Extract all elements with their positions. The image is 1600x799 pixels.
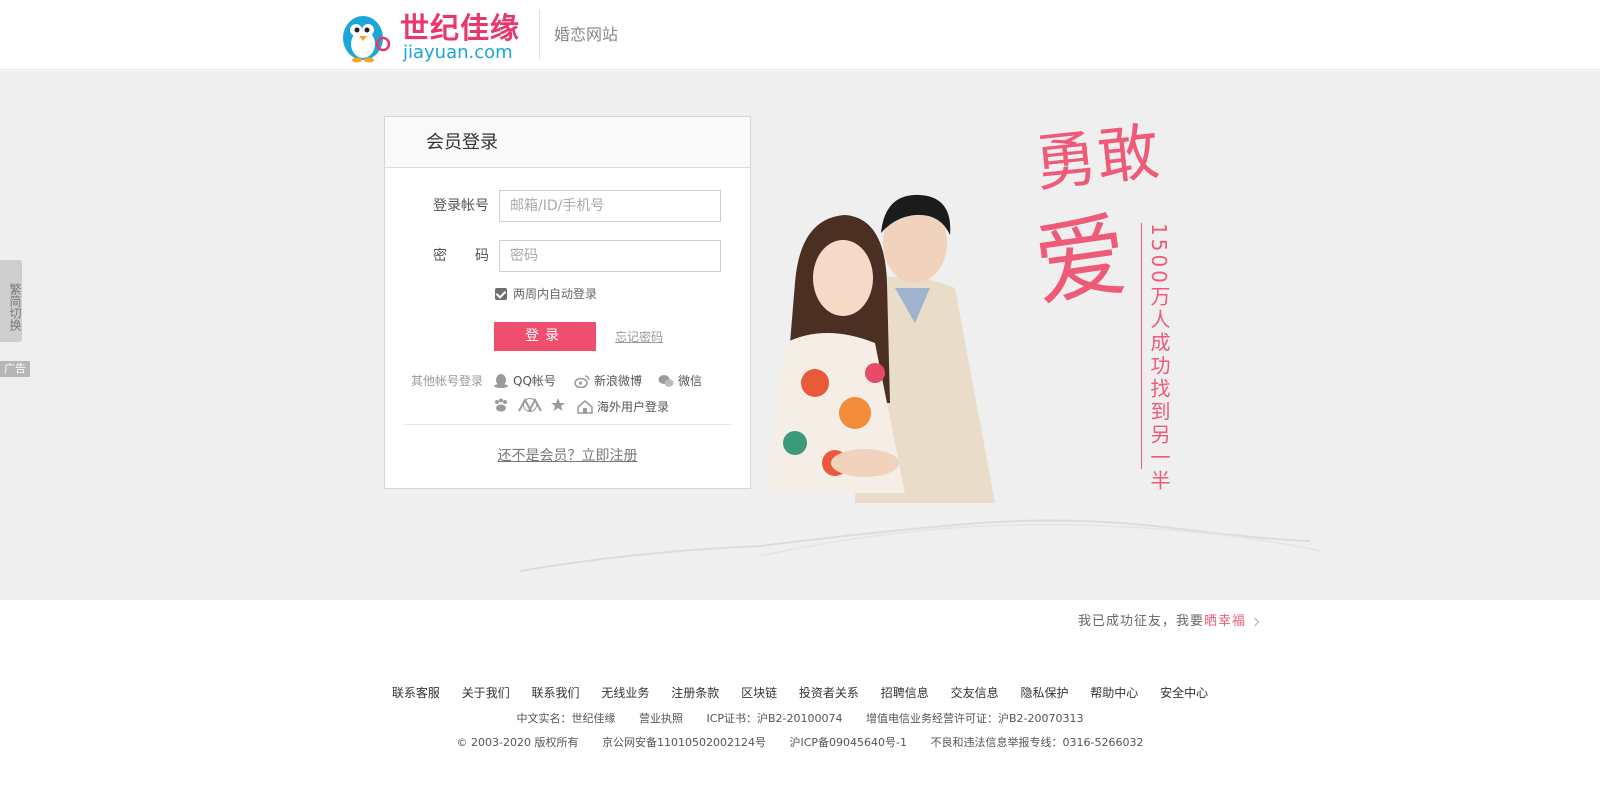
icp-certificate: ICP证书：沪B2-20100074 xyxy=(706,712,843,725)
footer-link[interactable]: 注册条款 xyxy=(671,684,719,701)
overseas-login[interactable]: 海外用户登录 xyxy=(577,398,669,415)
wechat-icon xyxy=(658,374,674,388)
report-hotline: 不良和违法信息举报专线：0316-5266032 xyxy=(930,736,1144,749)
header-subtitle: 婚恋网站 xyxy=(554,25,619,44)
weibo-login-label: 新浪微博 xyxy=(594,374,643,388)
star-icon xyxy=(550,398,566,412)
login-divider xyxy=(404,424,731,425)
footer-links: 联系客服 关于我们 联系我们 无线业务 注册条款 区块链 投资者关系 招聘信息 … xyxy=(0,684,1600,701)
footer-link[interactable]: 联系客服 xyxy=(392,684,440,701)
renren-icon xyxy=(517,398,543,412)
login-panel: 会员登录 登录帐号 密 码 两周内自动登录 登录 忘记密码 其他帐号登录 QQ帐… xyxy=(384,116,751,489)
password-input[interactable] xyxy=(499,240,721,272)
footer-link[interactable]: 联系我们 xyxy=(532,684,580,701)
ad-badge: 广告 xyxy=(0,361,30,377)
slogan-vertical: 1500万人成功找到另一半 xyxy=(1147,223,1171,493)
overseas-icon xyxy=(577,399,593,414)
star-login[interactable] xyxy=(550,398,570,412)
telecom-license: 增值电信业务经营许可证：沪B2-20070313 xyxy=(866,712,1084,725)
logo-chinese-text: 世纪佳缘 xyxy=(400,11,521,45)
renren-login[interactable] xyxy=(517,398,547,412)
baidu-icon xyxy=(493,398,509,412)
weibo-login[interactable]: 新浪微博 xyxy=(574,372,642,389)
hero-illustration: 勇敢 爱 1500万人成功找到另一半 xyxy=(755,115,1335,523)
login-button[interactable]: 登录 xyxy=(494,322,596,351)
slogan-line xyxy=(1141,223,1142,469)
login-header: 会员登录 xyxy=(385,117,750,168)
header-divider xyxy=(539,10,540,60)
footer-link[interactable]: 无线业务 xyxy=(601,684,649,701)
auto-login-label: 两周内自动登录 xyxy=(513,287,598,301)
copyright-text: © 2003-2020 版权所有 xyxy=(456,736,579,749)
footer-link[interactable]: 隐私保护 xyxy=(1020,684,1068,701)
logo-english-text: jiayuan.com xyxy=(403,42,513,63)
footer-link[interactable]: 投资者关系 xyxy=(799,684,859,701)
login-title: 会员登录 xyxy=(426,132,498,153)
footer-link[interactable]: 帮助中心 xyxy=(1090,684,1138,701)
couple-photo xyxy=(765,194,995,503)
testimonial-link[interactable]: 我已成功征友，我要晒幸福 xyxy=(1078,610,1260,629)
footer-link[interactable]: 交友信息 xyxy=(951,684,999,701)
penguin-mascot-icon xyxy=(343,16,391,63)
police-record-link[interactable]: 京公网安备11010502002124号 xyxy=(602,736,766,749)
weibo-icon xyxy=(574,374,590,388)
decorative-wave xyxy=(520,519,1321,572)
site-logo[interactable]: 世纪佳缘 jiayuan.com xyxy=(337,8,523,64)
password-label: 密 码 xyxy=(433,248,489,264)
icp-record-link[interactable]: 沪ICP备09045640号-1 xyxy=(789,736,907,749)
auto-login-checkbox[interactable] xyxy=(495,287,507,300)
other-login-label: 其他帐号登录 xyxy=(411,374,484,388)
account-label: 登录帐号 xyxy=(433,198,489,214)
slogan-love: 爱 xyxy=(1027,201,1134,320)
footer-link[interactable]: 关于我们 xyxy=(462,684,510,701)
footer-link[interactable]: 区块链 xyxy=(741,684,777,701)
qq-login[interactable]: QQ帐号 xyxy=(493,372,556,389)
footer-copyright-line: © 2003-2020 版权所有 京公网安备11010502002124号 沪I… xyxy=(0,734,1600,750)
site-header: 世纪佳缘 jiayuan.com 婚恋网站 xyxy=(0,0,1600,70)
auto-login-option[interactable]: 两周内自动登录 xyxy=(495,285,597,302)
forgot-password-link[interactable]: 忘记密码 xyxy=(615,328,663,345)
hero-section: 繁简切换 广告 会员登录 登录帐号 密 码 两周内自动登录 登录 忘记密码 其他… xyxy=(0,71,1600,600)
footer-company-name: 中文实名：世纪佳缘 xyxy=(516,712,616,725)
footer-license-line: 中文实名：世纪佳缘 营业执照 ICP证书：沪B2-20100074 增值电信业务… xyxy=(0,710,1600,726)
overseas-login-label: 海外用户登录 xyxy=(597,400,670,414)
wechat-login[interactable]: 微信 xyxy=(658,372,702,389)
qq-icon xyxy=(493,373,509,388)
testimonial-prefix: 我已成功征友，我要 xyxy=(1078,614,1205,629)
register-link[interactable]: 还不是会员？立即注册 xyxy=(385,445,750,465)
slogan-brave: 勇敢 xyxy=(1031,114,1163,201)
footer-link[interactable]: 安全中心 xyxy=(1160,684,1208,701)
wechat-login-label: 微信 xyxy=(678,374,703,388)
business-license-link[interactable]: 营业执照 xyxy=(639,712,683,725)
account-input[interactable] xyxy=(499,190,721,222)
qq-login-label: QQ帐号 xyxy=(513,374,556,388)
baidu-login[interactable] xyxy=(493,398,513,412)
footer-link[interactable]: 招聘信息 xyxy=(881,684,929,701)
testimonial-highlight: 晒幸福 xyxy=(1204,614,1247,629)
traditional-simplified-switch[interactable]: 繁简切换 xyxy=(0,260,22,342)
chevron-right-icon xyxy=(1250,617,1260,626)
